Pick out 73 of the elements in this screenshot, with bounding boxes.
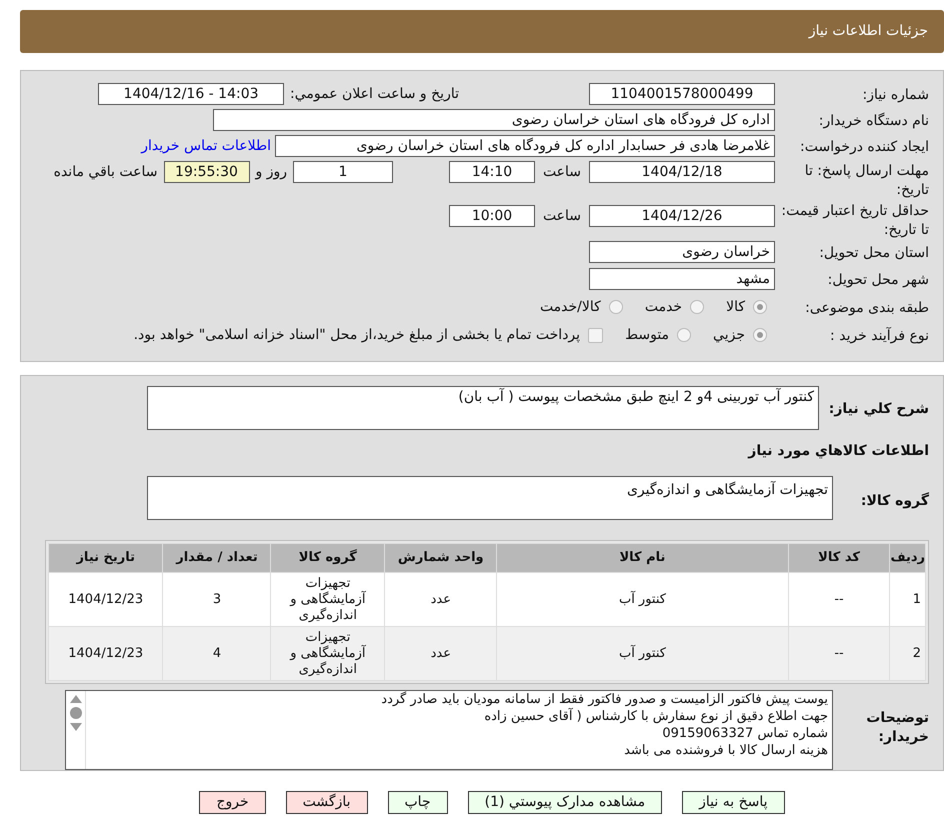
announce-date-field: 1404/12/16 - 14:03 [98, 83, 284, 105]
column-header: تعداد / مقدار [162, 544, 271, 572]
table-cell: تجهیزات آزمایشگاهی و اندازه‌گیری [270, 626, 385, 680]
field-label: شرح كلي نياز: [828, 401, 929, 417]
column-header: واحد شمارش [384, 544, 497, 572]
notes-line: شماره تماس 09159063327 [661, 725, 828, 742]
radio-label: متوسط [625, 326, 670, 344]
field-label: حداقل تاریخ اعتبار قیمت: تا تاریخ: [781, 203, 929, 238]
deadline-date-field: 1404/12/18 [589, 161, 775, 183]
city-field: مشهد [589, 268, 775, 290]
notes-line: جهت اطلاع دقیق از نوع سفارش با کارشناس ( آقای حسین زاده [483, 708, 828, 725]
section-heading: اطلاعات كالاهاي مورد نياز [748, 443, 929, 459]
notes-textarea[interactable]: یوست پیش فاکتور الزامیست و صدور فاکتور فقط از سامانه مودیان باید صادر گردد جهت اطلاع دقیق از نوع سفارش با کارشناس ( آقای حسین زاده شماره تماس 09159063327 هزینه ارسال کالا با فروشنده می باشد [65, 690, 833, 770]
field-label: ساعت [542, 206, 582, 226]
action-button[interactable]: پاسخ به نیاز [682, 791, 785, 814]
radio-label: کالا [726, 298, 745, 316]
buyer-field: اداره کل فرودگاه های استان خراسان رضوی [213, 109, 775, 131]
table-cell: 1404/12/23 [48, 626, 163, 680]
days-field: 1 [293, 161, 393, 183]
radio-button[interactable] [753, 300, 767, 314]
column-header: تاریخ نیاز [48, 544, 163, 572]
field-label: ساعت [542, 162, 582, 182]
radio-label: خدمت [644, 298, 682, 316]
page-title: جزئیات اطلاعات نیاز [808, 22, 928, 41]
field-label: تاریخ و ساعت اعلان عمومي: [290, 84, 459, 104]
column-header: گروه کالا [270, 544, 385, 572]
field-label: مهلت ارسال پاسخ: تا تاریخ: [804, 163, 929, 198]
field-label: شماره نیاز: [862, 87, 929, 103]
radio-button[interactable] [677, 328, 692, 342]
scroll-thumb-icon[interactable] [70, 707, 82, 719]
field-label: طبقه بندی موضوعی: [805, 300, 929, 316]
scroll-down-icon[interactable] [70, 723, 82, 731]
radio-button[interactable] [690, 300, 704, 314]
scroll-up-icon[interactable] [70, 695, 82, 703]
field-label: روز و [256, 162, 287, 182]
column-header: کد کالا [788, 544, 890, 572]
table-cell: -- [788, 626, 890, 680]
remaining-time-field: 19:55:30 [164, 161, 250, 183]
field-label: شهر محل تحویل: [828, 272, 929, 288]
checkbox-label: پرداخت تمام یا بخشی از مبلغ خرید،از محل "اسناد خزانه اسلامی" خواهد بود. [134, 326, 580, 344]
action-button[interactable]: مشاهده مدارک پیوستي (1) [468, 791, 662, 814]
radio-label: جزيي [713, 326, 745, 344]
table-cell: عدد [384, 626, 497, 680]
table-cell: 2 [890, 626, 926, 680]
field-label: نام دستگاه خریدار: [818, 113, 929, 129]
field-label: ساعت باقي مانده [54, 162, 158, 182]
checkbox[interactable] [588, 328, 604, 342]
field-label: توضیحات خریدار: [866, 710, 929, 745]
field-label: ایجاد کننده درخواست: [800, 139, 929, 155]
notes-line: یوست پیش فاکتور الزامیست و صدور فاکتور فقط از سامانه مودیان باید صادر گردد [380, 691, 828, 708]
action-button[interactable]: چاپ [388, 791, 448, 814]
need-number-field: 1104001578000499 [589, 83, 775, 105]
contact-link[interactable]: اطلاعات تماس خریدار [141, 136, 271, 156]
validity-date-field: 1404/12/26 [589, 205, 775, 227]
notes-line: هزینه ارسال کالا با فروشنده می باشد [623, 742, 828, 759]
province-field: خراسان رضوی [589, 241, 775, 263]
column-header: نام کالا [496, 544, 788, 572]
creator-field: غلامرضا هادی فر حسابدار اداره کل فرودگاه های استان خراسان رضوی [275, 135, 775, 157]
summary-textarea[interactable]: کنتور آب توربینی 4و 2 اینچ طبق مشخصات پیوست ( آب بان) [147, 386, 819, 430]
column-header: ردیف [890, 544, 926, 572]
radio-label: کالا/خدمت [540, 298, 601, 316]
deadline-time-field: 14:10 [449, 161, 535, 183]
field-label: استان محل تحویل: [819, 245, 929, 261]
field-label: نوع فرآیند خرید : [830, 328, 929, 344]
table-cell: 4 [162, 626, 271, 680]
exit-button[interactable]: خروج [199, 791, 266, 814]
radio-button[interactable] [608, 300, 623, 314]
group-textarea[interactable]: تجهیزات آزمایشگاهی و اندازه‌گیری [147, 476, 833, 520]
exit-button[interactable]: بازگشت [286, 791, 368, 814]
validity-time-field: 10:00 [449, 205, 535, 227]
field-label: گروه کالا: [860, 493, 929, 509]
radio-button[interactable] [753, 328, 767, 342]
table-cell: کنتور آب [496, 626, 788, 680]
